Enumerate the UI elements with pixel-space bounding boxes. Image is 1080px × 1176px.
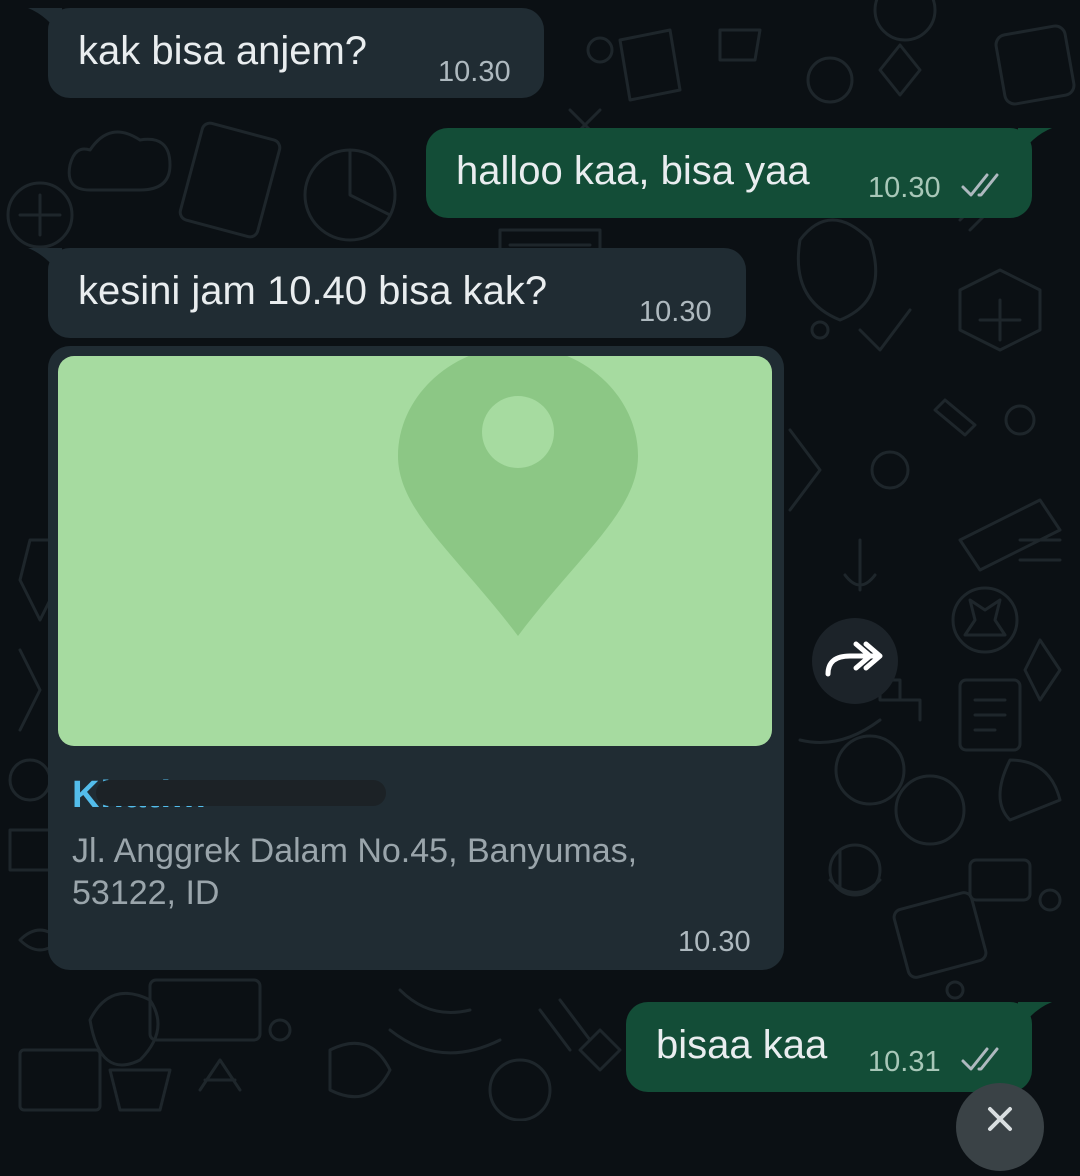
message-time: 10.30 bbox=[639, 296, 712, 328]
map-pin-icon bbox=[398, 356, 638, 636]
message-text: kak bisa anjem? bbox=[78, 29, 368, 73]
message-time: 10.31 bbox=[868, 1046, 941, 1078]
location-address: Jl. Anggrek Dalam No.45, Banyumas, 53122… bbox=[72, 832, 638, 912]
message-time: 10.30 bbox=[438, 56, 511, 88]
redaction-mark bbox=[96, 780, 386, 806]
forward-button[interactable] bbox=[812, 618, 898, 704]
message-bubble-outgoing[interactable]: bisaa kaa 10.31 bbox=[626, 1002, 1052, 1092]
message-bubble-outgoing[interactable]: halloo kaa, bisa yaa 10.30 bbox=[426, 128, 1052, 218]
location-message[interactable]: Khatim Jl. Anggrek Dalam No.45, Banyumas… bbox=[48, 346, 784, 970]
message-text: bisaa kaa bbox=[656, 1023, 828, 1067]
bubble-tail bbox=[1018, 128, 1052, 158]
forward-icon bbox=[825, 641, 883, 677]
bubble-tail bbox=[28, 8, 62, 38]
message-text: halloo kaa, bisa yaa bbox=[456, 149, 810, 193]
message-bubble-incoming[interactable]: kak bisa anjem? 10.30 bbox=[28, 8, 544, 98]
double-check-icon bbox=[961, 173, 999, 197]
message-text: kesini jam 10.40 bisa kak? bbox=[78, 269, 548, 313]
message-time: 10.30 bbox=[868, 172, 941, 204]
close-button[interactable] bbox=[956, 1083, 1044, 1171]
close-icon bbox=[988, 1107, 1012, 1131]
bubble-tail bbox=[28, 248, 62, 278]
bubble-tail bbox=[1018, 1002, 1052, 1032]
message-time: 10.30 bbox=[678, 926, 751, 958]
message-bubble-incoming[interactable]: kesini jam 10.40 bisa kak? 10.30 bbox=[28, 248, 746, 338]
double-check-icon bbox=[961, 1047, 999, 1071]
map-preview[interactable] bbox=[58, 356, 772, 746]
